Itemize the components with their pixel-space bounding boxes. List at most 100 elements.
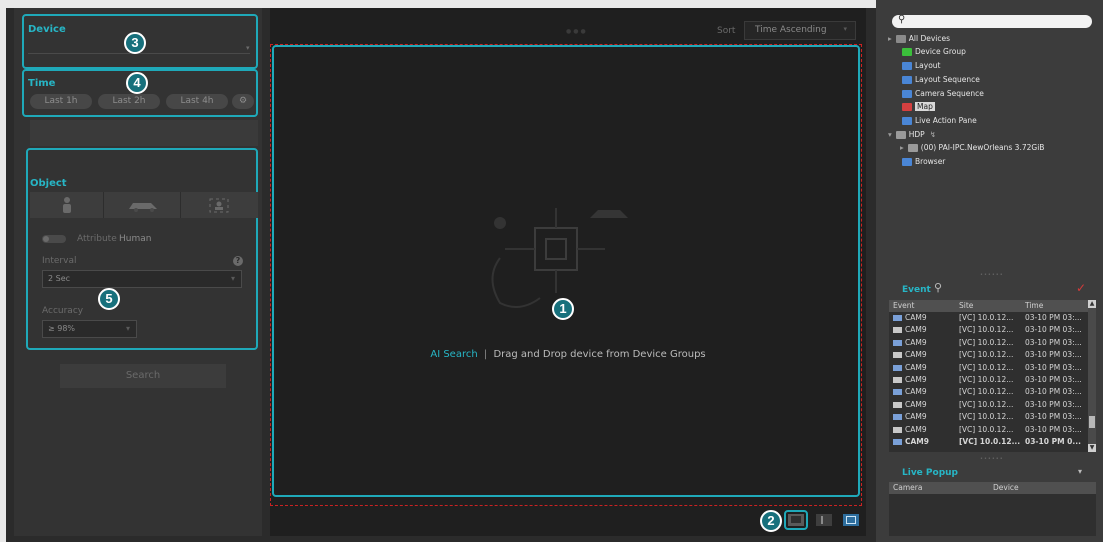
event-cell-time: 03-10 PM 03:... bbox=[1025, 350, 1082, 360]
event-scrollbar[interactable]: ▲ ▼ bbox=[1088, 300, 1096, 452]
collapse-arrow-icon: ▾ bbox=[888, 130, 892, 139]
tree-item-live-action-pane[interactable]: Live Action Pane bbox=[902, 114, 977, 127]
event-row[interactable]: CAM9 [VC] 10.0.12... 03-10 PM 03:... bbox=[889, 424, 1089, 436]
search-filter-panel: Device ▾ 3 Time Last 1h Last 2h Last 4h … bbox=[14, 8, 262, 536]
tree-item-all-devices[interactable]: ▸ All Devices bbox=[888, 32, 950, 45]
hdp-icon bbox=[895, 131, 906, 139]
column-time[interactable]: Time bbox=[1025, 300, 1043, 312]
last-1h-button[interactable]: Last 1h bbox=[30, 94, 92, 109]
tree-item-camera[interactable]: ▸ (00) PAI-IPC.NewOrleans 3.72GiB bbox=[900, 141, 1044, 154]
event-row[interactable]: CAM9 [VC] 10.0.12... 03-10 PM 03:... bbox=[889, 337, 1089, 349]
event-cell-time: 03-10 PM 03:... bbox=[1025, 375, 1082, 384]
event-row[interactable]: CAM9 [VC] 10.0.12... 03-10 PM 0... bbox=[889, 436, 1089, 448]
panel-resize-dots[interactable]: •••••• bbox=[980, 456, 1004, 462]
panel-resize-dots[interactable]: •••••• bbox=[980, 272, 1004, 278]
event-cell-event: CAM9 bbox=[905, 362, 927, 372]
attribute-label: Attribute bbox=[77, 234, 117, 244]
interval-value: 2 Sec bbox=[48, 274, 71, 283]
callout-5: 5 bbox=[98, 288, 120, 310]
car-icon bbox=[129, 203, 157, 212]
sort-value: Time Ascending bbox=[755, 25, 827, 35]
event-row[interactable]: CAM9 [VC] 10.0.12... 03-10 PM 03:... bbox=[889, 399, 1089, 411]
search-icon: ⚲ bbox=[898, 14, 906, 25]
scroll-down-icon[interactable]: ▼ bbox=[1088, 444, 1096, 452]
event-cell-event: CAM9 bbox=[905, 437, 929, 446]
event-row[interactable]: CAM9 [VC] 10.0.12... 03-10 PM 03:... bbox=[889, 324, 1089, 336]
face-icon bbox=[209, 198, 229, 213]
event-cell-event: CAM9 bbox=[905, 325, 927, 335]
last-4h-button[interactable]: Last 4h bbox=[166, 94, 228, 109]
callout-2: 2 bbox=[760, 510, 782, 532]
motion-event-icon bbox=[893, 315, 902, 321]
tree-item-layout-sequence[interactable]: Layout Sequence bbox=[902, 73, 980, 86]
tree-label: Browser bbox=[915, 157, 946, 166]
accuracy-label: Accuracy bbox=[42, 306, 84, 316]
interval-dropdown-icon: ▾ bbox=[230, 274, 235, 283]
column-event[interactable]: Event bbox=[893, 300, 915, 312]
column-device[interactable]: Device bbox=[993, 482, 1019, 494]
last-2h-button[interactable]: Last 2h bbox=[98, 94, 160, 109]
attribute-toggle[interactable] bbox=[42, 235, 66, 243]
tree-label: Camera Sequence bbox=[915, 89, 984, 98]
event-row[interactable]: CAM9 [VC] 10.0.12... 03-10 PM 03:... bbox=[889, 349, 1089, 361]
face-object-button[interactable] bbox=[182, 192, 258, 218]
grid-view-button[interactable] bbox=[843, 514, 859, 526]
event-cell-site: [VC] 10.0.12... bbox=[959, 437, 1021, 446]
tree-item-camera-sequence[interactable]: Camera Sequence bbox=[902, 87, 984, 100]
event-cell-site: [VC] 10.0.12... bbox=[959, 387, 1014, 397]
event-row[interactable]: CAM9 [VC] 10.0.12... 03-10 PM 03:... bbox=[889, 312, 1089, 324]
tree-item-browser[interactable]: Browser bbox=[902, 155, 945, 168]
event-cell-site: [VC] 10.0.12... bbox=[959, 313, 1014, 322]
event-cell-event: CAM9 bbox=[905, 313, 927, 322]
list-view-button[interactable] bbox=[788, 514, 804, 526]
tree-label: HDP bbox=[908, 130, 925, 139]
event-cell-event: CAM9 bbox=[905, 412, 927, 422]
sort-select[interactable]: Time Ascending ▾ bbox=[744, 21, 856, 40]
grid-view-icon bbox=[846, 516, 856, 524]
vehicle-object-button[interactable] bbox=[105, 192, 181, 218]
ai-search-link[interactable]: AI Search bbox=[430, 349, 477, 360]
tree-search-input[interactable]: ⚲ bbox=[892, 14, 1092, 28]
tree-item-device-group[interactable]: Device Group bbox=[902, 45, 966, 58]
search-button[interactable]: Search bbox=[60, 364, 226, 388]
all-devices-icon bbox=[895, 35, 906, 43]
event-cell-time: 03-10 PM 0... bbox=[1025, 437, 1081, 446]
camera-sequence-icon bbox=[902, 90, 912, 98]
live-action-icon bbox=[902, 117, 912, 125]
column-camera[interactable]: Camera bbox=[893, 482, 922, 494]
event-cell-site: [VC] 10.0.12... bbox=[959, 424, 1014, 434]
scroll-up-icon[interactable]: ▲ bbox=[1088, 300, 1096, 308]
tree-item-map[interactable]: Map bbox=[902, 100, 935, 113]
event-cell-time: 03-10 PM 03:... bbox=[1025, 424, 1082, 434]
column-site[interactable]: Site bbox=[959, 300, 973, 312]
event-cell-site: [VC] 10.0.12... bbox=[959, 325, 1014, 335]
person-object-button[interactable] bbox=[30, 192, 104, 218]
layout-icon bbox=[902, 62, 912, 70]
event-cell-time: 03-10 PM 03:... bbox=[1025, 362, 1082, 372]
motion-event-icon bbox=[893, 414, 902, 421]
tree-label: Device Group bbox=[915, 47, 966, 56]
event-search-icon[interactable]: ⚲ bbox=[934, 281, 942, 294]
device-dropdown-icon[interactable]: ▾ bbox=[246, 44, 250, 52]
event-row[interactable]: CAM9 [VC] 10.0.12... 03-10 PM 03:... bbox=[889, 362, 1089, 374]
tree-item-layout[interactable]: Layout bbox=[902, 59, 941, 72]
event-filter-icon[interactable]: ✓ bbox=[1076, 281, 1086, 295]
expand-arrow-icon: ▸ bbox=[888, 34, 892, 43]
tree-item-hdp[interactable]: ▾ HDP ↯ bbox=[888, 128, 936, 141]
tree-label: All Devices bbox=[908, 34, 951, 43]
accuracy-select[interactable]: ≥ 98% ▾ bbox=[42, 320, 137, 338]
interval-label: Interval bbox=[42, 256, 77, 266]
event-row[interactable]: CAM9 [VC] 10.0.12... 03-10 PM 03:... bbox=[889, 374, 1089, 386]
map-icon bbox=[902, 103, 912, 111]
split-view-button[interactable] bbox=[816, 514, 832, 526]
interval-select[interactable]: 2 Sec ▾ bbox=[42, 270, 242, 288]
interval-help-icon[interactable]: ? bbox=[233, 256, 243, 266]
event-row[interactable]: CAM9 [VC] 10.0.12... 03-10 PM 03:... bbox=[889, 411, 1089, 423]
event-cell-site: [VC] 10.0.12... bbox=[959, 362, 1014, 372]
event-cell-event: CAM9 bbox=[905, 387, 927, 397]
custom-time-button[interactable]: ⚙ bbox=[232, 94, 254, 109]
event-row[interactable]: CAM9 [VC] 10.0.12... 03-10 PM 03:... bbox=[889, 386, 1089, 398]
scroll-thumb[interactable] bbox=[1089, 416, 1095, 428]
callout-4: 4 bbox=[126, 72, 148, 94]
live-popup-collapse-icon[interactable]: ▾ bbox=[1078, 467, 1082, 476]
